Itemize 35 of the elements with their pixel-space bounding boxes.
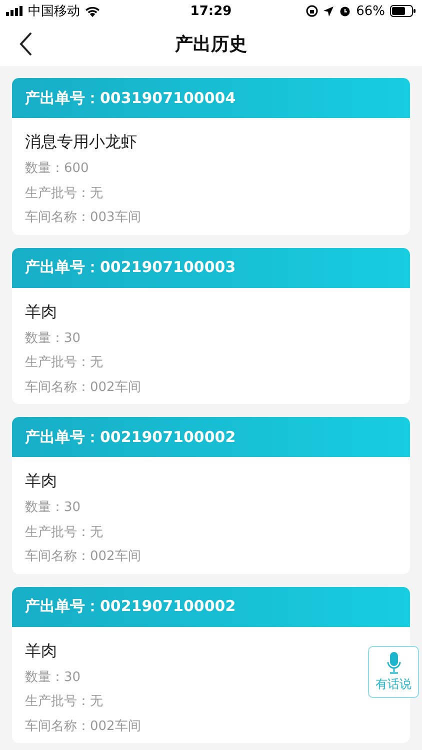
location-icon (323, 6, 334, 16)
signal-icon (6, 6, 23, 16)
record-field: 数量：600 (25, 157, 89, 182)
record-field: 数量：30 (25, 496, 81, 520)
battery-percent: 66% (356, 4, 385, 18)
record-field: 生产批号：无 (25, 520, 103, 545)
product-name: 羊肉 (25, 300, 57, 322)
alarm-icon (339, 5, 352, 17)
product-name: 羊肉 (25, 640, 57, 662)
product-name: 羊肉 (25, 470, 57, 492)
rotation-lock-icon (306, 5, 318, 17)
record-field: 车间名称：002车间 (25, 376, 141, 400)
record-card[interactable]: 产出单号：0021907100002 羊肉 数量：30 生产批号：无 车间名称：002车间 (12, 417, 410, 574)
record-field: 车间名称：002车间 (25, 545, 141, 570)
record-field: 生产批号：无 (25, 690, 103, 714)
order-number: 产出单号：0021907100003 (25, 258, 236, 277)
back-icon[interactable] (19, 32, 33, 56)
record-field: 车间名称：002车间 (25, 714, 141, 739)
order-number: 产出单号：0021907100002 (25, 597, 236, 616)
record-field: 车间名称：003车间 (25, 206, 141, 230)
record-field: 数量：30 (25, 666, 81, 690)
record-field: 数量：30 (25, 326, 81, 351)
order-number: 产出单号：0021907100002 (25, 428, 236, 446)
product-name: 消息专用小龙虾 (25, 131, 137, 153)
wifi-icon (85, 6, 100, 16)
microphone-icon (386, 652, 400, 674)
carrier-name: 中国移动 (28, 3, 80, 20)
battery-icon (390, 5, 416, 17)
page-title: 产出历史 (175, 33, 247, 56)
order-number: 产出单号：0031907100004 (25, 88, 236, 108)
clock-time: 17:29 (189, 4, 233, 18)
record-card[interactable]: 产出单号：0031907100004 消息专用小龙虾 数量：600 生产批号：无 车间名称：003车间 (12, 78, 410, 234)
record-field: 生产批号：无 (25, 351, 103, 376)
record-field: 生产批号：无 (25, 182, 103, 206)
record-card[interactable]: 产出单号：0021907100003 羊肉 数量：30 生产批号：无 车间名称：002车间 (12, 248, 410, 404)
